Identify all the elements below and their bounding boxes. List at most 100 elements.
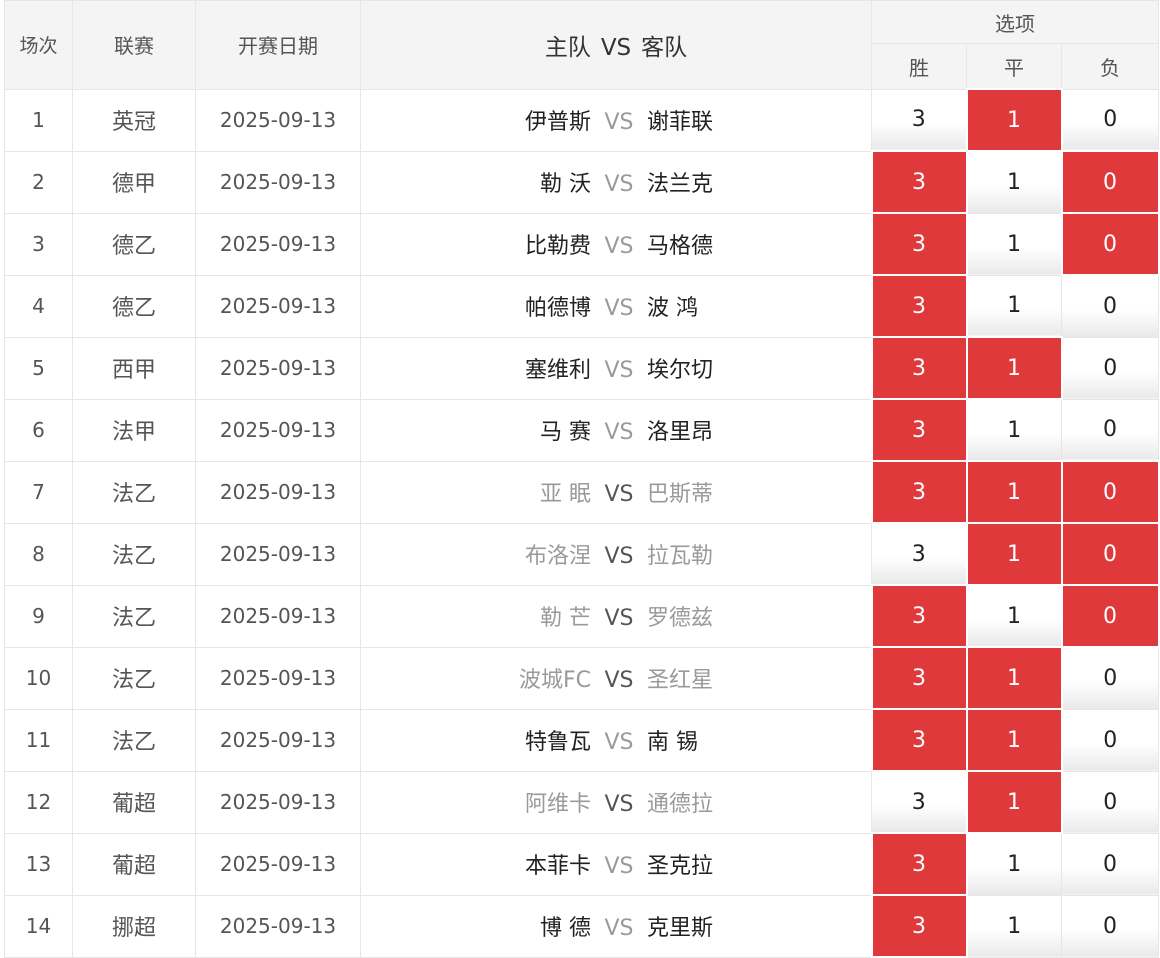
option-lose[interactable]: 0 xyxy=(1060,336,1160,400)
match-date: 2025-09-13 xyxy=(195,212,361,276)
option-win[interactable]: 3 xyxy=(870,832,968,896)
option-draw[interactable]: 1 xyxy=(965,708,1063,772)
option-draw[interactable]: 1 xyxy=(965,646,1063,710)
match-no: 14 xyxy=(4,894,73,958)
teams-cell: 本菲卡 VS 圣克拉 xyxy=(360,832,872,896)
option-win[interactable]: 3 xyxy=(870,336,968,400)
league-name: 法乙 xyxy=(72,522,196,586)
option-lose[interactable]: 0 xyxy=(1060,150,1160,214)
option-draw[interactable]: 1 xyxy=(966,584,1062,648)
option-draw[interactable]: 1 xyxy=(965,522,1063,586)
home-team: 帕德博 xyxy=(524,296,591,321)
option-draw[interactable]: 1 xyxy=(966,274,1062,338)
match-no: 3 xyxy=(4,212,73,276)
option-win[interactable]: 3 xyxy=(870,646,968,710)
home-team: 特鲁瓦 xyxy=(524,730,591,755)
option-win[interactable]: 3 xyxy=(870,398,968,462)
league-name: 法乙 xyxy=(72,708,196,772)
league-name: 法乙 xyxy=(72,646,196,710)
home-team: 布洛涅 xyxy=(524,544,591,569)
match-no: 11 xyxy=(4,708,73,772)
option-win[interactable]: 3 xyxy=(870,212,968,276)
option-win[interactable]: 3 xyxy=(870,708,968,772)
match-row: 10 法乙 2025-09-13 波城FC VS 圣红星 3 1 0 xyxy=(4,646,1160,710)
option-win[interactable]: 3 xyxy=(871,88,967,152)
option-lose[interactable]: 0 xyxy=(1060,770,1160,834)
away-team: 拉瓦勒 xyxy=(647,544,714,569)
match-row: 5 西甲 2025-09-13 塞维利 VS 埃尔切 3 1 0 xyxy=(4,336,1160,400)
match-row: 12 葡超 2025-09-13 阿维卡 VS 通德拉 3 1 0 xyxy=(4,770,1160,834)
option-lose[interactable]: 0 xyxy=(1060,460,1160,524)
header-win: 胜 xyxy=(871,43,967,90)
teams-cell: 勒 芒 VS 罗德兹 xyxy=(360,584,872,648)
option-draw[interactable]: 1 xyxy=(965,88,1063,152)
match-list: 1 英冠 2025-09-13 伊普斯 VS 谢菲联 3 1 0 2 德甲 2025-09-13 勒 沃… xyxy=(4,88,1160,958)
match-row: 7 法乙 2025-09-13 亚 眠 VS 巴斯蒂 3 1 0 xyxy=(4,460,1160,524)
match-no: 10 xyxy=(4,646,73,710)
home-team: 波城FC xyxy=(518,668,591,693)
match-row: 6 法甲 2025-09-13 马 赛 VS 洛里昂 3 1 0 xyxy=(4,398,1160,462)
league-name: 葡超 xyxy=(72,770,196,834)
option-win[interactable]: 3 xyxy=(870,460,968,524)
teams-cell: 比勒费 VS 马格德 xyxy=(360,212,872,276)
match-no: 4 xyxy=(4,274,73,338)
home-team: 比勒费 xyxy=(524,234,591,259)
option-lose[interactable]: 0 xyxy=(1060,646,1160,710)
away-team: 圣克拉 xyxy=(647,854,714,879)
option-lose[interactable]: 0 xyxy=(1060,398,1160,462)
vs-label: VS xyxy=(604,482,634,507)
vs-label: VS xyxy=(604,110,634,135)
option-draw[interactable]: 1 xyxy=(966,150,1062,214)
option-draw[interactable]: 1 xyxy=(966,398,1062,462)
match-row: 9 法乙 2025-09-13 勒 芒 VS 罗德兹 3 1 0 xyxy=(4,584,1160,648)
option-win[interactable]: 3 xyxy=(871,522,967,586)
away-team: 南 锡 xyxy=(647,730,698,755)
option-win[interactable]: 3 xyxy=(871,770,967,834)
match-no: 5 xyxy=(4,336,73,400)
header-row-top: 场次 联赛 开赛日期 主队 VS 客队 选项 xyxy=(4,0,1160,90)
option-draw[interactable]: 1 xyxy=(966,832,1062,896)
vs-label: VS xyxy=(604,234,634,259)
match-no: 2 xyxy=(4,150,73,214)
match-date: 2025-09-13 xyxy=(195,584,361,648)
teams-cell: 阿维卡 VS 通德拉 xyxy=(360,770,872,834)
header-home: 主队 xyxy=(544,34,591,61)
home-team: 博 德 xyxy=(540,916,591,941)
match-date: 2025-09-13 xyxy=(195,522,361,586)
away-team: 克里斯 xyxy=(647,916,714,941)
option-win[interactable]: 3 xyxy=(870,894,968,958)
option-win[interactable]: 3 xyxy=(870,274,968,338)
league-name: 德乙 xyxy=(72,212,196,276)
option-lose[interactable]: 0 xyxy=(1060,212,1160,276)
option-lose[interactable]: 0 xyxy=(1060,832,1160,896)
option-draw[interactable]: 1 xyxy=(966,894,1062,958)
teams-cell: 勒 沃 VS 法兰克 xyxy=(360,150,872,214)
option-lose[interactable]: 0 xyxy=(1060,88,1160,152)
header-lose: 负 xyxy=(1060,43,1160,90)
home-team: 阿维卡 xyxy=(524,792,591,817)
home-team: 塞维利 xyxy=(524,358,591,383)
match-row: 2 德甲 2025-09-13 勒 沃 VS 法兰克 3 1 0 xyxy=(4,150,1160,214)
match-no: 9 xyxy=(4,584,73,648)
vs-label: VS xyxy=(604,358,634,383)
option-lose[interactable]: 0 xyxy=(1060,894,1160,958)
match-date: 2025-09-13 xyxy=(195,646,361,710)
option-draw[interactable]: 1 xyxy=(965,770,1063,834)
vs-label: VS xyxy=(604,730,634,755)
home-team: 勒 芒 xyxy=(540,606,591,631)
option-draw[interactable]: 1 xyxy=(965,460,1063,524)
vs-label: VS xyxy=(604,420,634,445)
option-draw[interactable]: 1 xyxy=(965,336,1063,400)
home-team: 本菲卡 xyxy=(524,854,591,879)
teams-cell: 波城FC VS 圣红星 xyxy=(360,646,872,710)
teams-cell: 帕德博 VS 波 鸿 xyxy=(360,274,872,338)
league-name: 英冠 xyxy=(72,88,196,152)
option-lose[interactable]: 0 xyxy=(1060,584,1160,648)
option-lose[interactable]: 0 xyxy=(1060,708,1160,772)
option-win[interactable]: 3 xyxy=(870,150,968,214)
header-date: 开赛日期 xyxy=(195,0,361,90)
option-win[interactable]: 3 xyxy=(870,584,968,648)
option-lose[interactable]: 0 xyxy=(1060,522,1160,586)
option-lose[interactable]: 0 xyxy=(1060,274,1160,338)
option-draw[interactable]: 1 xyxy=(966,212,1062,276)
